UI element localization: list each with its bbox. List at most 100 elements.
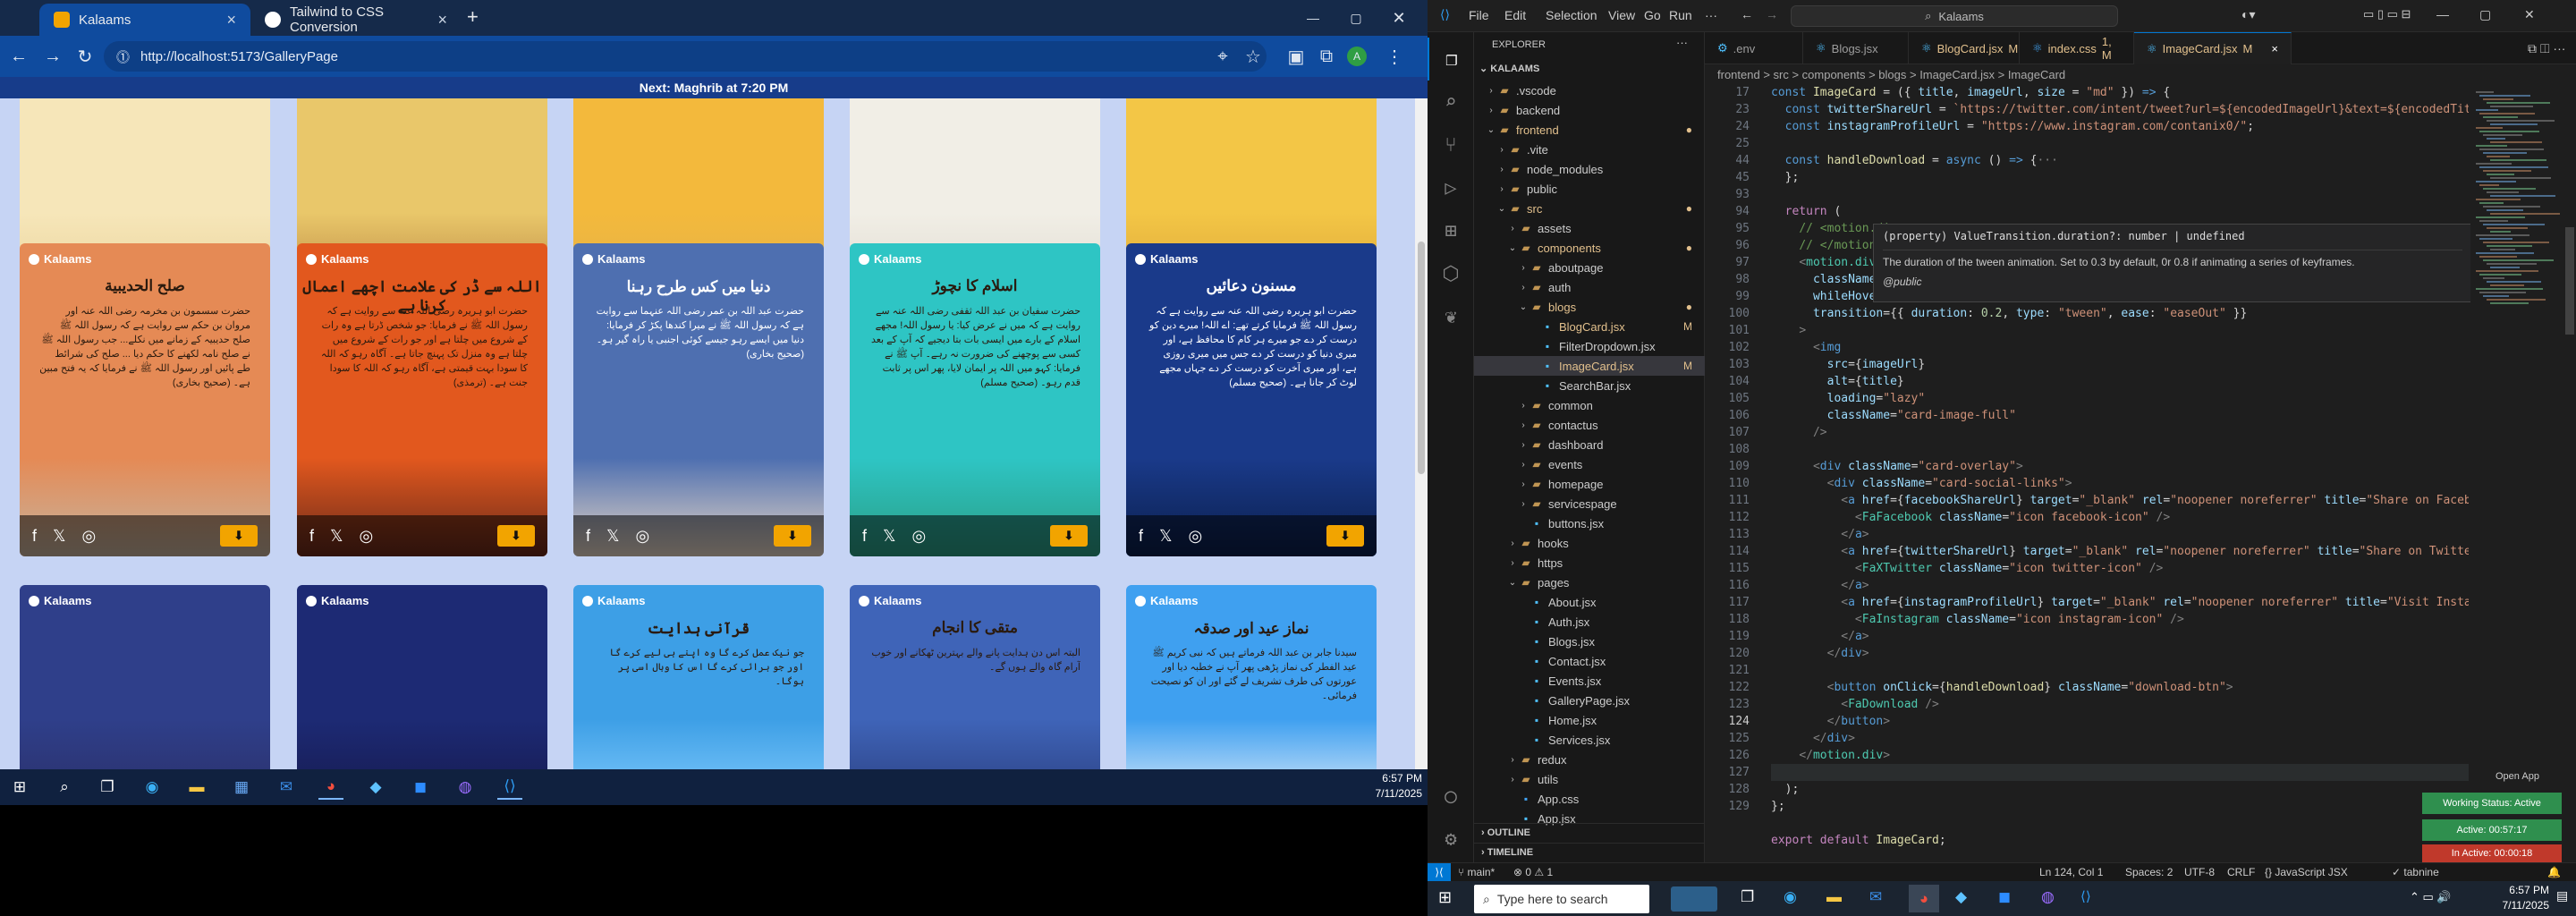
back-icon[interactable]: ←: [5, 43, 32, 70]
settings-gear-icon[interactable]: ⚙: [1428, 818, 1474, 861]
close-tab-icon[interactable]: ×: [226, 11, 236, 30]
instagram-icon[interactable]: ◎: [636, 527, 650, 546]
facebook-icon[interactable]: f: [32, 527, 37, 546]
vscode-icon[interactable]: ⟨⟩: [2080, 888, 2091, 904]
tree-folder[interactable]: › ▰ events: [1474, 454, 1705, 474]
close-window-icon[interactable]: ✕: [1377, 0, 1420, 36]
taskbar-clock[interactable]: 6:57 PM 7/11/2025: [1315, 771, 1423, 802]
notification-center-icon[interactable]: ▤: [2556, 888, 2568, 903]
tree-file[interactable]: ▪ Home.jsx: [1474, 710, 1705, 730]
tree-folder[interactable]: ⌄ ▰ blogs ●: [1474, 297, 1705, 317]
outlook-icon[interactable]: ✉: [1869, 888, 1882, 906]
chrome-icon[interactable]: ◕: [1909, 885, 1939, 912]
tree-folder[interactable]: ⌄ ▰ components ●: [1474, 238, 1705, 258]
site-info-icon[interactable]: ⓵: [116, 47, 130, 66]
image-card[interactable]: Kalaams اسلام کا نچوڑ حضرت سفیان بن عبد ال…: [850, 243, 1100, 556]
windows-start-icon[interactable]: ⊞: [1438, 888, 1452, 907]
editor-scrollbar[interactable]: [2563, 84, 2576, 862]
tree-folder[interactable]: › ▰ utils: [1474, 769, 1705, 789]
image-card[interactable]: Kalaams قرآنی ہدایت جو نیک عمل کرے گا وہ ا…: [573, 585, 824, 769]
tree-folder[interactable]: ⌄ ▰ src ●: [1474, 199, 1705, 218]
editor-tab[interactable]: ⚛ Blogs.jsx: [1803, 32, 1909, 64]
minimize-icon[interactable]: —: [2436, 7, 2449, 21]
close-tab-icon[interactable]: ×: [437, 11, 447, 30]
editor-tab[interactable]: ⚛ ImageCard.jsx M ×: [2134, 32, 2292, 64]
tree-file[interactable]: ▪ SearchBar.jsx: [1474, 376, 1705, 395]
image-card[interactable]: Kalaams اللہ سے ڈر کی علامت اچھے اعمال کر…: [297, 243, 547, 556]
language-mode[interactable]: {} JavaScript JSX: [2265, 866, 2348, 878]
editor-tab[interactable]: ⚛ index.css 1, M: [2020, 32, 2134, 64]
bookmark-star-icon[interactable]: ☆: [1240, 43, 1267, 70]
zoom-icon[interactable]: ◼: [408, 775, 433, 800]
tree-folder[interactable]: › ▰ .vite: [1474, 140, 1705, 159]
layout-toggle-icons[interactable]: ▭ ▯ ▭ ⊟: [2363, 7, 2411, 21]
app-icon[interactable]: ◆: [363, 775, 388, 800]
tree-folder[interactable]: › ▰ node_modules: [1474, 159, 1705, 179]
menu-item[interactable]: Go: [1644, 8, 1661, 22]
twitter-x-icon[interactable]: 𝕏: [53, 527, 66, 546]
tree-folder[interactable]: › ▰ dashboard: [1474, 435, 1705, 454]
search-icon[interactable]: ⌕: [52, 775, 77, 800]
minimap[interactable]: [2470, 84, 2563, 862]
remote-icon[interactable]: ⟩⟨: [1428, 863, 1451, 881]
project-root[interactable]: ⌄ KALAAMS: [1479, 63, 1539, 74]
mongodb-icon[interactable]: ❦: [1428, 295, 1474, 338]
zoom-icon[interactable]: ◼: [1998, 888, 2011, 906]
more-actions-icon[interactable]: ···: [1676, 36, 1688, 49]
remote-explorer-icon[interactable]: ⬡: [1428, 252, 1474, 295]
twitter-x-icon[interactable]: 𝕏: [330, 527, 343, 546]
image-card[interactable]: Kalaams دنیا میں کس طرح رہنا حضرت عبد اللہ…: [573, 243, 824, 556]
tree-file[interactable]: ▪ Events.jsx: [1474, 671, 1705, 691]
forward-icon[interactable]: →: [39, 43, 66, 70]
tree-file[interactable]: ▪ ImageCard.jsx M: [1474, 356, 1705, 376]
tree-file[interactable]: ▪ Services.jsx: [1474, 730, 1705, 750]
file-explorer-icon[interactable]: ▬: [1826, 888, 1842, 906]
download-button[interactable]: ⬇: [1326, 525, 1364, 547]
encoding[interactable]: UTF-8: [2184, 866, 2215, 878]
tree-file[interactable]: ▪ buttons.jsx: [1474, 513, 1705, 533]
search-icon[interactable]: ⌕: [1428, 81, 1474, 123]
close-tab-icon[interactable]: ×: [2271, 42, 2278, 55]
scrollbar-thumb[interactable]: [1418, 242, 1425, 474]
tree-folder[interactable]: › ▰ .vscode: [1474, 81, 1705, 100]
image-card[interactable]: Kalaams متقی کا انجام البتہ اس دن ہدایت پا…: [850, 585, 1100, 769]
minimize-icon[interactable]: —: [1292, 0, 1335, 36]
indentation[interactable]: Spaces: 2: [2125, 866, 2173, 878]
editor-tab[interactable]: ⚛ BlogCard.jsx M: [1909, 32, 2020, 64]
tree-folder[interactable]: ⌄ ▰ pages: [1474, 572, 1705, 592]
image-card[interactable]: Kalaams: [20, 585, 270, 769]
tree-file[interactable]: ▪ App.css: [1474, 789, 1705, 809]
github-desktop-icon[interactable]: ◍: [453, 775, 478, 800]
image-card[interactable]: Kalaams: [297, 585, 547, 769]
tree-folder[interactable]: › ▰ https: [1474, 553, 1705, 572]
app-icon[interactable]: ◆: [1955, 888, 1967, 906]
tree-folder[interactable]: › ▰ auth: [1474, 277, 1705, 297]
tree-folder[interactable]: › ▰ public: [1474, 179, 1705, 199]
edge-icon[interactable]: ◉: [1784, 888, 1797, 906]
tree-folder[interactable]: › ▰ contactus: [1474, 415, 1705, 435]
facebook-icon[interactable]: f: [586, 527, 590, 546]
download-button[interactable]: ⬇: [220, 525, 258, 547]
tree-folder[interactable]: › ▰ hooks: [1474, 533, 1705, 553]
task-view-icon[interactable]: ❐: [1741, 888, 1754, 906]
tree-folder[interactable]: › ▰ backend: [1474, 100, 1705, 120]
instagram-icon[interactable]: ◎: [360, 527, 374, 546]
editor-tab[interactable]: ⚙ .env: [1705, 32, 1803, 64]
tree-folder[interactable]: › ▰ redux: [1474, 750, 1705, 769]
tree-file[interactable]: ▪ Blogs.jsx: [1474, 632, 1705, 651]
menu-item[interactable]: ···: [1705, 8, 1717, 22]
timeline-section[interactable]: › TIMELINE: [1474, 843, 1705, 862]
download-button[interactable]: ⬇: [1050, 525, 1088, 547]
source-control-icon[interactable]: ⑂: [1428, 123, 1474, 166]
taskbar-clock[interactable]: 6:57 PM 7/11/2025: [2478, 883, 2550, 913]
command-center[interactable]: ⌕ Kalaams: [1791, 5, 2118, 27]
browser-tab-tailwind[interactable]: Tailwind to CSS Conversion ×: [250, 4, 462, 36]
image-card[interactable]: Kalaams مسنون دعائیں حضرت ابو ہریرہ رضی ال…: [1126, 243, 1377, 556]
tree-folder[interactable]: › ▰ assets: [1474, 218, 1705, 238]
instagram-icon[interactable]: ◎: [912, 527, 927, 546]
tree-file[interactable]: ▪ Auth.jsx: [1474, 612, 1705, 632]
code-editor[interactable]: const ImageCard = ({ title, imageUrl, si…: [1771, 84, 2469, 862]
file-explorer-icon[interactable]: ▬: [184, 775, 209, 800]
account-icon[interactable]: ◯: [1428, 775, 1474, 818]
tree-folder[interactable]: › ▰ aboutpage: [1474, 258, 1705, 277]
